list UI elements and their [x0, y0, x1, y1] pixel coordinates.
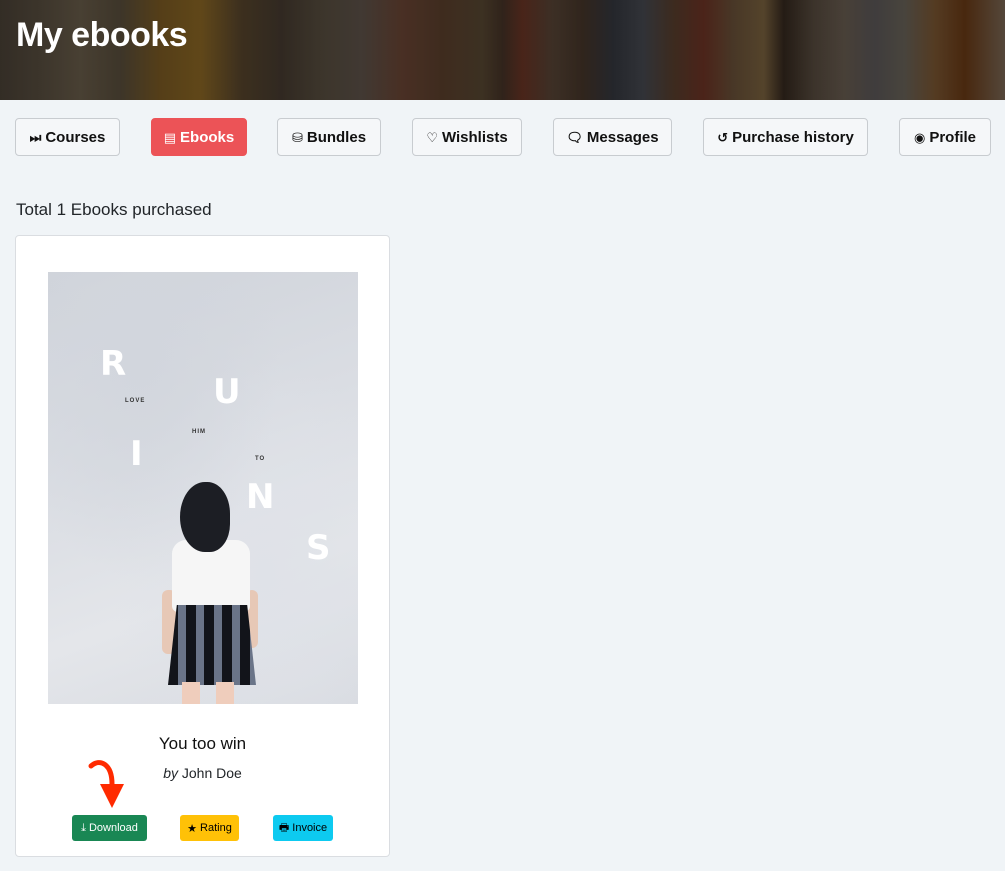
cover-letter: U [213, 372, 241, 412]
tab-messages[interactable]: 🗨 Messages [553, 118, 672, 156]
tab-label: Wishlists [441, 128, 508, 146]
user-circle-icon: ◉ [913, 129, 926, 145]
star-icon: ★ [187, 822, 198, 835]
cubes-icon: ⛁ [291, 129, 303, 145]
tab-ebooks[interactable]: ▤ Ebooks [151, 118, 247, 156]
ebook-author: by John Doe [16, 765, 389, 781]
rating-button[interactable]: ★ Rating [180, 815, 239, 841]
download-label: Download [88, 822, 138, 834]
tab-purchase-history[interactable]: ↺ Purchase history [703, 118, 868, 156]
tab-label: Courses [45, 128, 106, 146]
tab-label: Messages [586, 128, 659, 146]
cover-letter: R [100, 344, 127, 384]
cover-letter: I [130, 434, 143, 474]
cover-word: LOVE [125, 398, 146, 404]
page-title: My ebooks [16, 16, 188, 54]
invoice-label: Invoice [292, 822, 328, 834]
cover-figure [162, 482, 268, 704]
tab-bundles[interactable]: ⛁ Bundles [277, 118, 381, 156]
tab-profile[interactable]: ◉ Profile [899, 118, 991, 156]
ebook-cover-image[interactable]: R U I N S LOVE HIM TO [48, 272, 358, 704]
download-icon: ⤓ [81, 821, 86, 834]
cover-word: TO [255, 456, 266, 462]
tab-wishlists[interactable]: ♡ Wishlists [412, 118, 522, 156]
ebook-title: You too win [158, 734, 247, 753]
author-by-label: by [163, 765, 178, 781]
tab-label: Profile [929, 128, 977, 146]
rating-label: Rating [200, 822, 232, 834]
author-name: John Doe [181, 765, 242, 781]
tab-label: Purchase history [732, 128, 854, 146]
comments-icon: 🗨 [566, 129, 583, 145]
ebook-card: R U I N S LOVE HIM TO You too win by Joh… [15, 235, 390, 857]
tab-courses[interactable]: ⏭ Courses [15, 118, 120, 156]
book-icon: ▤ [163, 129, 177, 145]
print-icon: 🖶 [278, 821, 290, 834]
heart-icon: ♡ [426, 129, 438, 145]
invoice-button[interactable]: 🖶 Invoice [273, 815, 333, 841]
download-button[interactable]: ⤓ Download [72, 815, 147, 841]
forward-step-icon: ⏭ [29, 129, 42, 145]
cover-letter: S [306, 528, 331, 568]
dashboard-tabs: ⏭ Courses ▤ Ebooks ⛁ Bundles ♡ Wishlists… [0, 118, 1005, 156]
annotation-arrow-icon [88, 760, 124, 808]
ebooks-count-summary: Total 1 Ebooks purchased [16, 200, 212, 219]
tab-label: Ebooks [180, 128, 235, 146]
cover-word: HIM [192, 429, 206, 435]
tab-label: Bundles [306, 128, 367, 146]
page-header-banner: My ebooks [0, 0, 1005, 100]
history-icon: ↺ [717, 129, 729, 145]
